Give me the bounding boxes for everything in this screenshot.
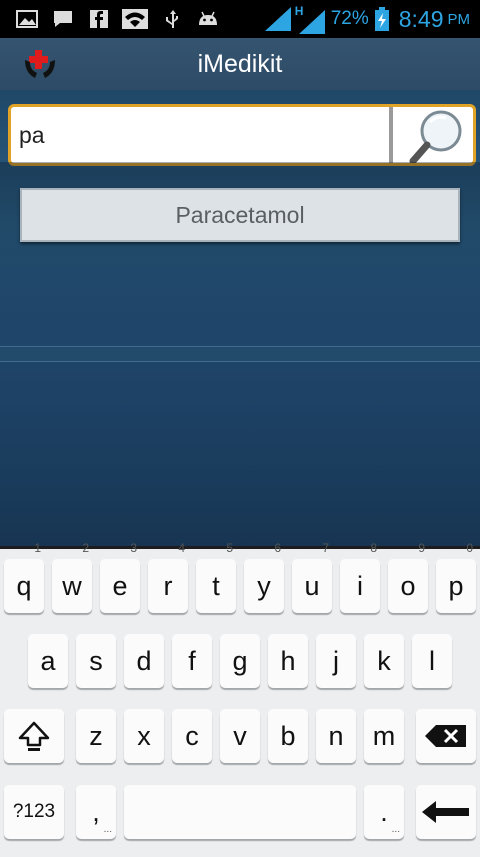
magnifier-icon: [409, 110, 462, 163]
key-hint: 6: [274, 541, 281, 555]
battery-icon: [374, 7, 389, 31]
key-hint: 8: [370, 541, 377, 555]
key-d[interactable]: d: [124, 634, 164, 688]
message-icon: [54, 11, 72, 27]
shift-icon: [18, 721, 50, 751]
key-y[interactable]: y6: [244, 542, 284, 613]
key-label: i: [357, 571, 363, 601]
space-key[interactable]: [124, 785, 356, 839]
key-o[interactable]: o9: [388, 542, 428, 613]
key-s[interactable]: s: [76, 634, 116, 688]
enter-icon: [422, 801, 469, 823]
picture-icon: [16, 10, 38, 28]
key-l[interactable]: l: [412, 634, 452, 688]
key-hint: 5: [226, 541, 233, 555]
key-label: e: [112, 571, 128, 601]
key-c[interactable]: c: [172, 709, 212, 763]
key-label: w: [62, 571, 82, 601]
key-label: y: [257, 571, 271, 601]
backspace-icon: [425, 725, 466, 747]
key-p[interactable]: p0: [436, 542, 476, 613]
key-f[interactable]: f: [172, 634, 212, 688]
list-divider: [0, 346, 480, 362]
key-m[interactable]: m: [364, 709, 404, 763]
key-n[interactable]: n: [316, 709, 356, 763]
key-label: r: [163, 571, 173, 601]
symbols-key[interactable]: ?123: [4, 785, 64, 839]
key-hint: 1: [34, 541, 41, 555]
key-hint: 7: [322, 541, 329, 555]
search-button[interactable]: [395, 107, 473, 163]
soft-keyboard: q1 w2 e3 r4 t5 y6 u7 i8 o9 p0 a s d f g …: [0, 542, 480, 857]
key-t[interactable]: t5: [196, 542, 236, 613]
usb-icon: [166, 10, 178, 28]
key-hint: 0: [466, 541, 473, 555]
period-key[interactable]: ....: [364, 785, 404, 839]
backspace-key[interactable]: [416, 709, 476, 763]
key-label: p: [448, 571, 464, 601]
main-content: Paracetamol: [0, 90, 480, 546]
search-box: [8, 104, 476, 166]
key-i[interactable]: i8: [340, 542, 380, 613]
key-label: t: [212, 571, 220, 601]
more-indicator: ...: [391, 824, 400, 835]
app-bar: iMedikit: [0, 38, 480, 91]
key-a[interactable]: a: [28, 634, 68, 688]
key-label: .: [380, 797, 388, 827]
comma-key[interactable]: ,...: [76, 785, 116, 839]
key-e[interactable]: e3: [100, 542, 140, 613]
clock-ampm: PM: [447, 10, 471, 28]
clock: 8:49: [398, 5, 444, 32]
key-h[interactable]: h: [268, 634, 308, 688]
app-title: iMedikit: [197, 50, 283, 78]
key-hint: 4: [178, 541, 185, 555]
key-r[interactable]: r4: [148, 542, 188, 613]
key-q[interactable]: q1: [4, 542, 44, 613]
battery-percent: 72%: [330, 8, 369, 29]
key-label: ,: [92, 797, 100, 827]
key-g[interactable]: g: [220, 634, 260, 688]
key-hint: 3: [130, 541, 137, 555]
key-z[interactable]: z: [76, 709, 116, 763]
wifi-icon: [122, 9, 148, 29]
facebook-icon: [90, 10, 108, 28]
shift-key[interactable]: [4, 709, 64, 763]
status-bar: H 72% 8:49 PM: [0, 0, 480, 38]
signal-icon: [264, 7, 291, 31]
suggestion-item[interactable]: Paracetamol: [20, 188, 460, 242]
key-hint: 9: [418, 541, 425, 555]
key-k[interactable]: k: [364, 634, 404, 688]
search-divider: [389, 107, 393, 163]
key-j[interactable]: j: [316, 634, 356, 688]
key-v[interactable]: v: [220, 709, 260, 763]
search-input[interactable]: [19, 119, 379, 151]
hspa-signal-icon: [298, 10, 325, 34]
android-icon: [199, 11, 217, 25]
enter-key[interactable]: [416, 785, 476, 839]
more-indicator: ...: [103, 824, 112, 835]
key-label: q: [16, 571, 32, 601]
key-hint: 2: [82, 541, 89, 555]
key-w[interactable]: w2: [52, 542, 92, 613]
key-b[interactable]: b: [268, 709, 308, 763]
key-label: u: [304, 571, 320, 601]
key-u[interactable]: u7: [292, 542, 332, 613]
key-label: o: [400, 571, 416, 601]
key-x[interactable]: x: [124, 709, 164, 763]
hspa-signal-indicator: H: [295, 4, 325, 34]
